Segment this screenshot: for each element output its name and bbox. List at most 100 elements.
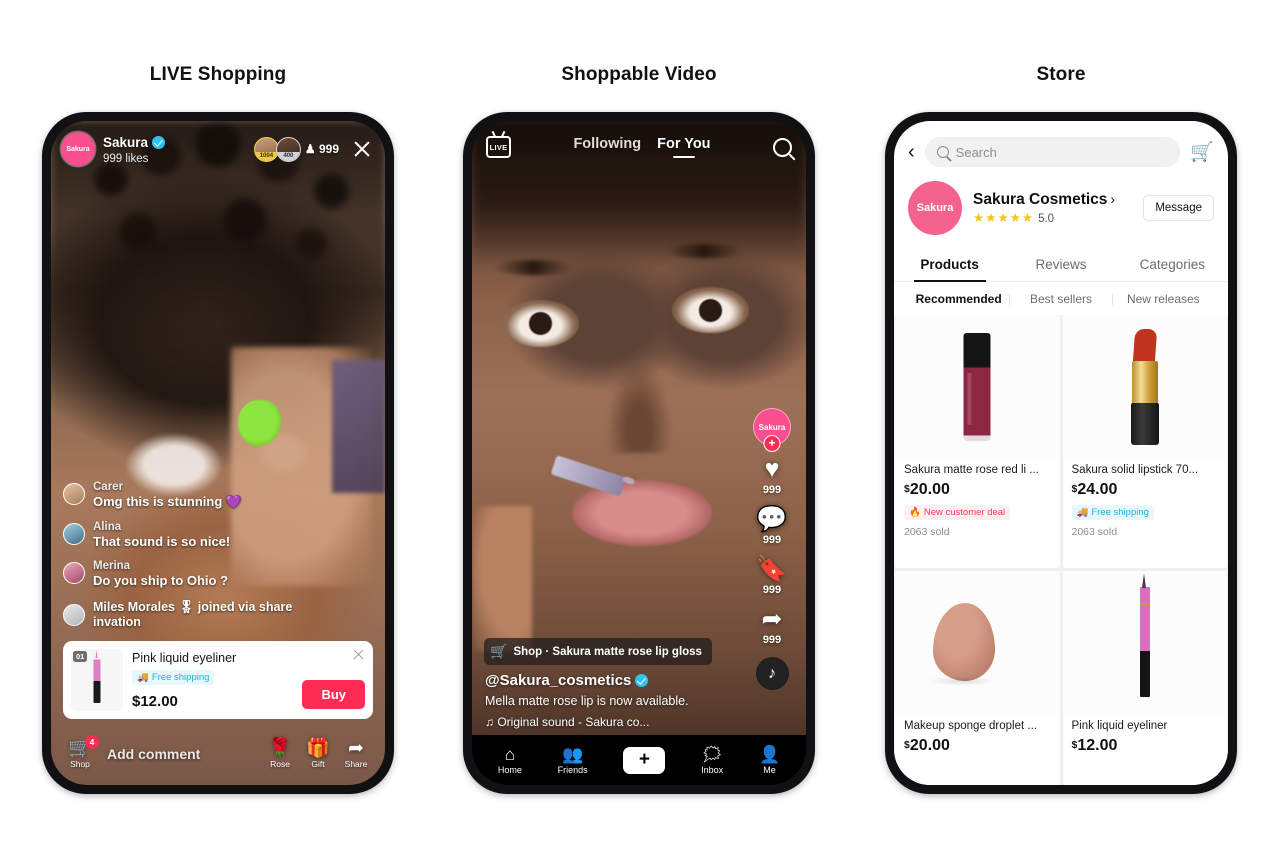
buy-button[interactable]: Buy	[302, 680, 365, 709]
store-identity[interactable]: Sakura Cosmetics › ★ ★ ★ ★ ★ 5.0	[973, 191, 1115, 225]
face-brow-left	[495, 260, 573, 276]
live-screen: Sakura Sakura 999 likes 1004 400 ♟ 999 C…	[51, 121, 385, 785]
star-icon: ★	[973, 211, 985, 226]
product-card[interactable]: Pink liquid eyeliner $12.00	[1062, 571, 1227, 785]
nav-friends[interactable]: 👥 Friends	[558, 746, 588, 775]
product-name: Makeup sponge droplet ...	[904, 720, 1037, 732]
share-icon: ➦	[348, 738, 364, 759]
video-screen: LIVE Following For You Sakura + ♥ 999 💬 …	[472, 121, 806, 785]
star-icon: ★	[1009, 211, 1021, 226]
creator-handle-row[interactable]: @Sakura_cosmetics	[485, 672, 734, 689]
comment-text: Omg this is stunning 💜	[93, 494, 243, 509]
filter-new-releases[interactable]: New releases	[1113, 292, 1214, 306]
live-product-card[interactable]: 01 Pink liquid eyeliner 🚚 Free shipping $…	[63, 641, 373, 719]
share-button[interactable]: ➦ 999	[762, 607, 783, 647]
rating-value: 5.0	[1038, 212, 1055, 225]
music-disc-icon[interactable]: ♪	[755, 657, 789, 690]
viewer-avatar-rank2[interactable]: 400	[275, 136, 301, 162]
verified-badge-icon	[152, 135, 166, 149]
comment-button[interactable]: 💬 999	[756, 507, 787, 547]
comment-text: That sound is so nice!	[93, 534, 231, 549]
truck-icon: 🚚	[137, 671, 149, 683]
product-thumbnail: 01	[71, 649, 123, 711]
live-viewers[interactable]: 1004 400 ♟ 999	[253, 136, 373, 162]
rose-button[interactable]: 🌹 Rose	[263, 739, 297, 769]
video-sound-label[interactable]: ♫ Original sound - Sakura co...	[485, 715, 734, 729]
avatar	[63, 483, 85, 505]
bookmark-count: 999	[762, 584, 782, 596]
add-comment-input[interactable]: Add comment	[107, 746, 253, 762]
shop-product-chip[interactable]: 🛒 Shop · Sakura matte rose lip gloss	[484, 638, 712, 665]
product-card[interactable]: Makeup sponge droplet ... $20.00	[895, 571, 1060, 785]
product-image	[895, 315, 1060, 457]
close-icon[interactable]	[352, 648, 365, 661]
tab-reviews[interactable]: Reviews	[1005, 247, 1116, 281]
face-pupil-left	[528, 312, 553, 335]
comment-author: Merina	[93, 560, 131, 572]
live-host-pill[interactable]: Sakura Sakura 999 likes	[61, 132, 166, 166]
product-tag-shipping: 🚚 Free shipping	[1071, 505, 1154, 520]
product-name: Sakura matte rose red li ...	[904, 464, 1039, 476]
store-screen: ‹ Search 🛒 Sakura Sakura Cosmetics › ★ ★…	[894, 121, 1228, 785]
tab-categories[interactable]: Categories	[1117, 247, 1228, 281]
store-rating: ★ ★ ★ ★ ★ 5.0	[973, 212, 1115, 225]
friends-icon: 👥	[562, 744, 584, 764]
product-price: $12.00	[132, 692, 178, 710]
search-input[interactable]: Search	[924, 137, 1181, 167]
face-pupil-right	[699, 298, 723, 322]
product-image	[1062, 315, 1227, 457]
store-header: Sakura Sakura Cosmetics› ★ ★ ★ ★ ★ 5.0	[894, 173, 1228, 247]
close-icon[interactable]	[351, 138, 373, 160]
product-card[interactable]: Sakura solid lipstick 70... $24.00 🚚 Free…	[1062, 315, 1227, 568]
nav-friends-label: Friends	[557, 764, 588, 775]
tab-for-you[interactable]: For You	[657, 136, 710, 158]
search-icon[interactable]	[773, 137, 792, 157]
filter-recommended[interactable]: Recommended	[908, 292, 1009, 306]
product-info: Sakura matte rose red li ... $20.00 🔥 New…	[895, 457, 1060, 547]
product-grid: Sakura matte rose red li ... $20.00 🔥 New…	[894, 315, 1228, 785]
message-button[interactable]: Message	[1143, 195, 1214, 221]
store-tabs: Products Reviews Categories	[894, 247, 1228, 282]
nav-inbox[interactable]: 🗯 Inbox	[701, 746, 723, 775]
gift-button[interactable]: 🎁 Gift	[301, 739, 335, 769]
avatar	[63, 604, 85, 626]
viewer-count: ♟ 999	[304, 142, 339, 156]
tab-following[interactable]: Following	[573, 136, 641, 158]
eyeliner-icon	[1139, 573, 1150, 697]
tab-products[interactable]: Products	[894, 247, 1005, 281]
product-title: Pink liquid eyeliner	[132, 650, 237, 665]
home-icon: ⌂	[504, 744, 516, 764]
product-sold-count: 2063 sold	[1071, 526, 1118, 538]
store-top-bar: ‹ Search 🛒	[894, 121, 1228, 173]
live-icon[interactable]: LIVE	[486, 136, 511, 158]
nav-home[interactable]: ⌂ Home	[498, 746, 522, 775]
shopping-cart-icon[interactable]: 🛒	[1190, 143, 1214, 162]
star-icon: ★	[997, 211, 1009, 226]
filter-best-sellers[interactable]: Best sellers	[1010, 292, 1111, 306]
live-icon-label: LIVE	[489, 142, 508, 152]
comment-text: Do you ship to Ohio ?	[93, 573, 229, 588]
follow-button[interactable]: +	[763, 435, 781, 452]
nav-me[interactable]: 👤 Me	[759, 746, 780, 775]
video-top-bar: LIVE Following For You	[472, 121, 806, 173]
avatar	[63, 523, 85, 545]
like-button[interactable]: ♥ 999	[763, 457, 781, 497]
back-chevron-icon[interactable]: ‹	[908, 142, 915, 162]
bookmark-button[interactable]: 🔖 999	[756, 555, 788, 597]
live-header: Sakura Sakura 999 likes 1004 400 ♟ 999	[51, 121, 385, 177]
eyeliner-product-icon	[93, 650, 101, 703]
creator-avatar[interactable]: Sakura +	[753, 408, 791, 452]
share-button[interactable]: ➦ Share	[339, 739, 373, 769]
comment-item: Alina That sound is so nice!	[63, 521, 325, 549]
shop-button[interactable]: 🛒 4 Shop	[63, 735, 99, 769]
product-index: 01	[73, 651, 88, 662]
column-title-video: Shoppable Video	[561, 64, 717, 85]
host-avatar: Sakura	[61, 132, 95, 166]
product-card[interactable]: Sakura matte rose red li ... $20.00 🔥 New…	[895, 315, 1060, 568]
create-plus-icon[interactable]: +	[619, 746, 670, 774]
live-sleeve-decoration	[331, 360, 385, 493]
product-name: Pink liquid eyeliner	[1071, 720, 1168, 732]
bookmark-icon: 🔖	[756, 555, 788, 583]
shop-label: Shop	[70, 759, 90, 769]
product-image	[1062, 571, 1227, 713]
